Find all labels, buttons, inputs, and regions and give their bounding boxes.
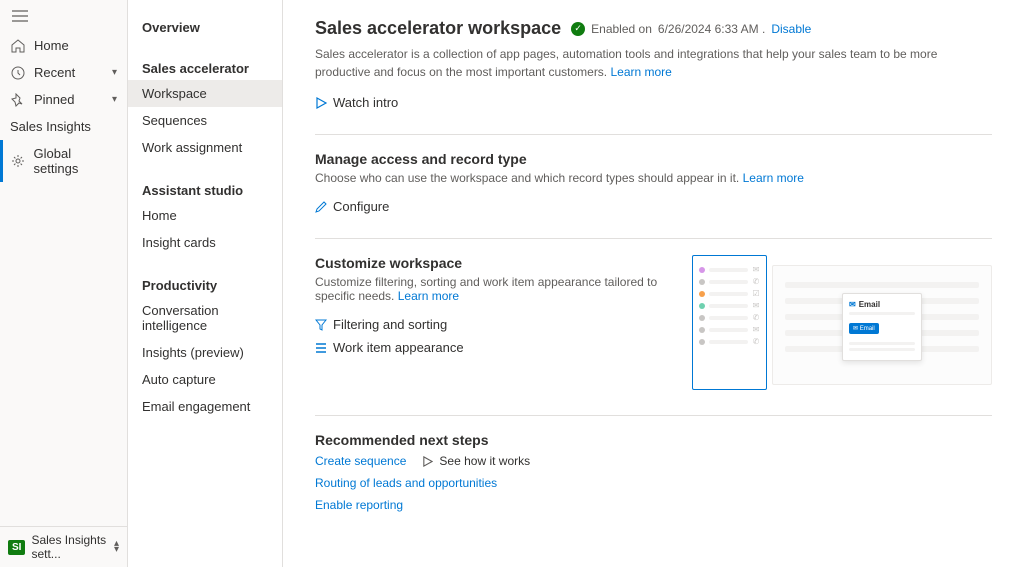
phone-icon: ✆ — [752, 278, 760, 286]
hamburger-icon[interactable] — [0, 6, 127, 26]
secnav-insights-preview[interactable]: Insights (preview) — [128, 339, 282, 366]
watch-intro-button[interactable]: Watch intro — [315, 91, 398, 114]
rail-pinned[interactable]: Pinned ▾ — [0, 86, 127, 113]
phone-icon: ✆ — [752, 338, 760, 346]
check-circle-icon: ✓ — [571, 22, 585, 36]
learn-more-link[interactable]: Learn more — [398, 289, 459, 303]
secnav-group-assistant-studio: Assistant studio — [128, 175, 282, 202]
rail-home-label: Home — [34, 38, 69, 53]
secnav-sequences[interactable]: Sequences — [128, 107, 282, 134]
secnav-as-home[interactable]: Home — [128, 202, 282, 229]
divider — [315, 134, 992, 135]
enable-reporting-link[interactable]: Enable reporting — [315, 498, 992, 512]
secnav-auto-capture[interactable]: Auto capture — [128, 366, 282, 393]
configure-button[interactable]: Configure — [315, 195, 992, 218]
phone-icon: ✆ — [752, 314, 760, 322]
next-steps-title: Recommended next steps — [315, 432, 992, 448]
chevron-down-icon: ▾ — [112, 67, 117, 78]
play-icon — [422, 456, 433, 467]
clock-icon — [10, 66, 26, 80]
chevron-down-icon: ▾ — [112, 94, 117, 105]
status-row: ✓ Enabled on 6/26/2024 6:33 AM . Disable — [571, 22, 811, 36]
play-icon — [315, 97, 327, 109]
illus-card-button: ✉ Email — [849, 323, 879, 334]
rail-global-settings-label: Global settings — [34, 146, 117, 176]
status-date: 6/26/2024 6:33 AM . — [658, 22, 765, 36]
left-rail: Home Recent ▾ Pinned ▾ Sales Insights Gl… — [0, 0, 128, 567]
gear-icon — [10, 154, 26, 168]
see-how-it-works-button[interactable]: See how it works — [422, 454, 530, 468]
work-item-appearance-button[interactable]: Work item appearance — [315, 336, 668, 359]
mail-icon: ✉ — [752, 302, 760, 310]
mail-icon: ✉ — [849, 300, 856, 309]
rail-home[interactable]: Home — [0, 32, 127, 59]
updown-icon: ▴▾ — [114, 541, 119, 553]
routing-link[interactable]: Routing of leads and opportunities — [315, 476, 992, 490]
manage-access-block: Manage access and record type Choose who… — [315, 151, 992, 218]
rail-global-settings[interactable]: Global settings — [0, 140, 127, 182]
si-badge: SI — [8, 540, 25, 555]
rail-footer[interactable]: SI Sales Insights sett... ▴▾ — [0, 526, 127, 567]
rail-recent[interactable]: Recent ▾ — [0, 59, 127, 86]
configure-label: Configure — [333, 199, 389, 214]
status-label: Enabled on — [591, 22, 652, 36]
divider — [315, 238, 992, 239]
list-icon — [315, 342, 327, 354]
secnav-workspace[interactable]: Workspace — [128, 80, 282, 107]
page-title: Sales accelerator workspace — [315, 18, 561, 39]
rail-recent-label: Recent — [34, 65, 75, 80]
watch-intro-label: Watch intro — [333, 95, 398, 110]
recommended-next-steps-block: Recommended next steps Create sequence S… — [315, 432, 992, 512]
mail-icon: ✉ — [752, 266, 760, 274]
illus-card-title: Email — [859, 300, 880, 309]
see-how-label: See how it works — [439, 454, 530, 468]
main-content: Sales accelerator workspace ✓ Enabled on… — [283, 0, 1024, 567]
learn-more-link[interactable]: Learn more — [610, 65, 671, 79]
secnav-email-engagement[interactable]: Email engagement — [128, 393, 282, 420]
manage-access-desc: Choose who can use the workspace and whi… — [315, 171, 992, 185]
secnav-conversation-intelligence[interactable]: Conversation intelligence — [128, 297, 282, 339]
secnav-group-sales-accelerator: Sales accelerator — [128, 53, 282, 80]
page-description: Sales accelerator is a collection of app… — [315, 45, 955, 81]
pencil-icon — [315, 201, 327, 213]
rail-footer-label: Sales Insights sett... — [31, 533, 108, 561]
learn-more-link[interactable]: Learn more — [743, 171, 804, 185]
secnav-insight-cards[interactable]: Insight cards — [128, 229, 282, 256]
filtering-sorting-button[interactable]: Filtering and sorting — [315, 313, 668, 336]
divider — [315, 415, 992, 416]
home-icon — [10, 39, 26, 53]
customize-workspace-block: Customize workspace Customize filtering,… — [315, 255, 992, 395]
secondary-nav: Overview Sales accelerator Workspace Seq… — [128, 0, 283, 567]
secnav-overview[interactable]: Overview — [128, 12, 282, 39]
manage-access-title: Manage access and record type — [315, 151, 992, 167]
check-icon: ☑ — [752, 290, 760, 298]
mail-icon: ✉ — [752, 326, 760, 334]
disable-link[interactable]: Disable — [771, 22, 811, 36]
customize-illustration: ✉ ✆ ☑ ✉ ✆ ✉ ✆ ✉Email ✉ Email — [692, 255, 992, 395]
rail-pinned-label: Pinned — [34, 92, 74, 107]
secnav-group-productivity: Productivity — [128, 270, 282, 297]
secnav-work-assignment[interactable]: Work assignment — [128, 134, 282, 161]
filter-icon — [315, 319, 327, 331]
filtering-sorting-label: Filtering and sorting — [333, 317, 447, 332]
customize-desc: Customize filtering, sorting and work it… — [315, 275, 668, 303]
customize-title: Customize workspace — [315, 255, 668, 271]
create-sequence-link[interactable]: Create sequence — [315, 454, 406, 468]
pin-icon — [10, 93, 26, 107]
work-item-appearance-label: Work item appearance — [333, 340, 464, 355]
rail-sales-insights[interactable]: Sales Insights — [0, 113, 127, 140]
